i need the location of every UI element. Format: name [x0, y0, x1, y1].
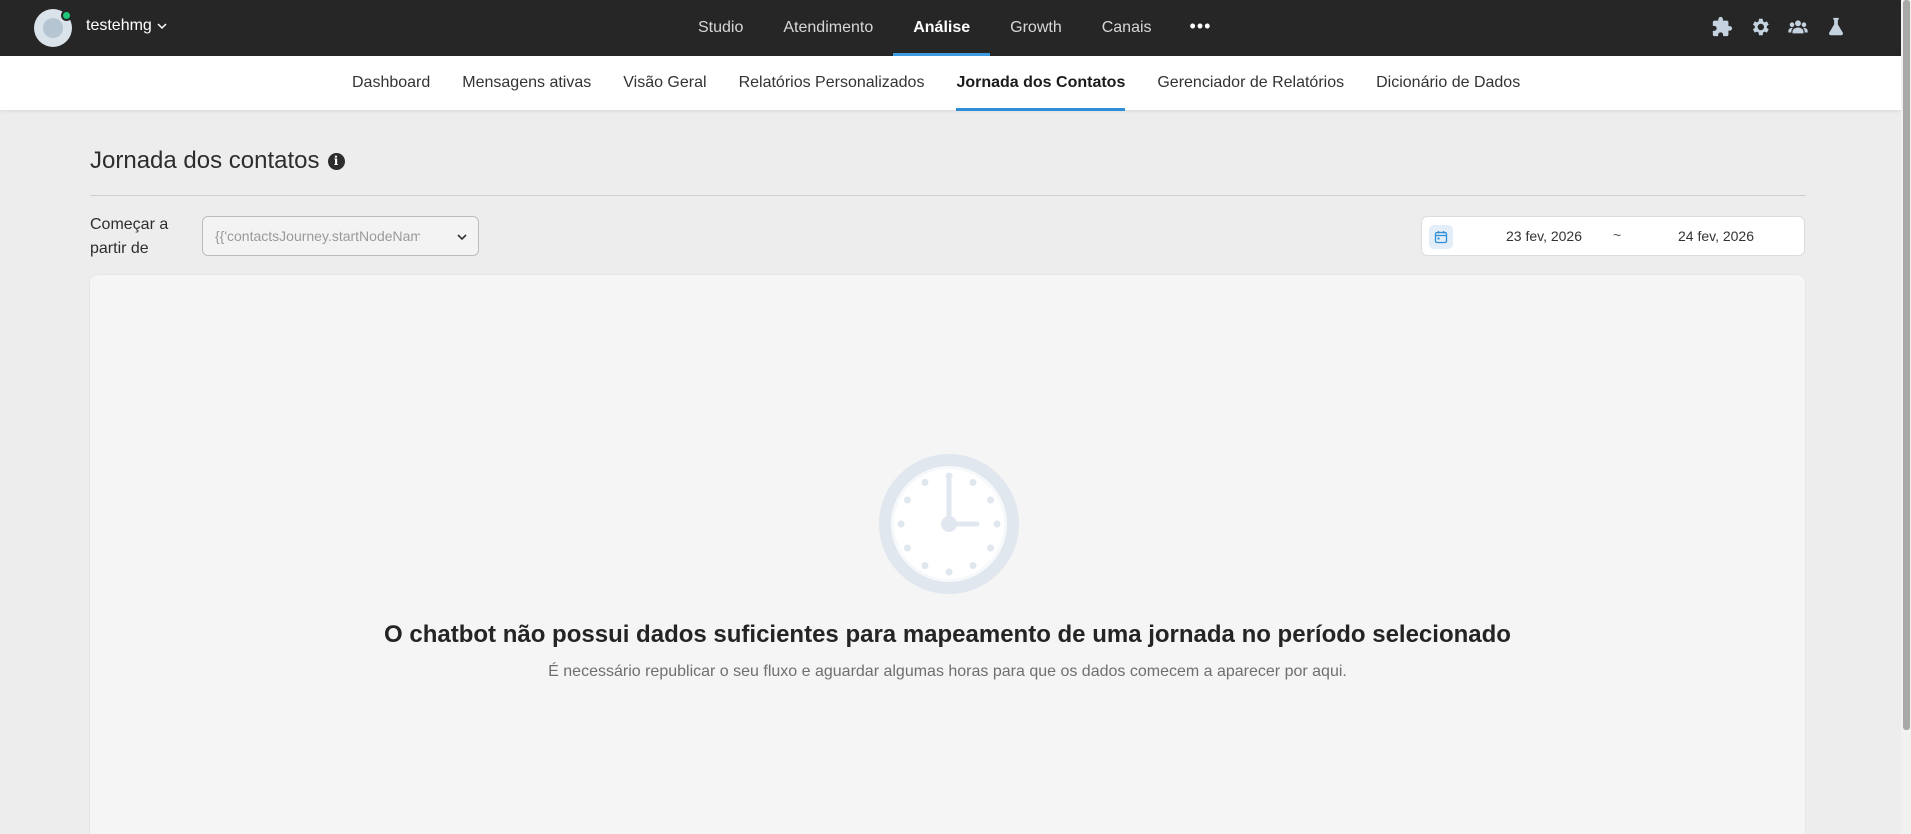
tab-dicionario-de-dados[interactable]: Dicionário de Dados: [1360, 56, 1536, 111]
analysis-tabs: Dashboard Mensagens ativas Visão Geral R…: [336, 56, 1536, 111]
main-nav-canais[interactable]: Canais: [1082, 0, 1172, 56]
date-start[interactable]: 23 fev, 2026: [1494, 228, 1594, 244]
date-separator: ~: [1613, 227, 1622, 243]
tab-mensagens-ativas[interactable]: Mensagens ativas: [446, 56, 607, 111]
header-divider: [90, 195, 1806, 196]
date-range-picker[interactable]: 23 fev, 2026 ~ 24 fev, 2026: [1421, 216, 1805, 256]
info-icon[interactable]: i: [327, 152, 345, 170]
scrollbar-thumb[interactable]: [1903, 0, 1910, 730]
tab-visao-geral[interactable]: Visão Geral: [607, 56, 722, 111]
main-nav-studio[interactable]: Studio: [678, 0, 763, 56]
avatar-image: [43, 18, 63, 38]
date-end[interactable]: 24 fev, 2026: [1666, 228, 1766, 244]
team-icon[interactable]: [1787, 16, 1809, 38]
start-node-select-value: {{'contactsJourney.startNodeName': [215, 228, 420, 244]
start-from-label: Começar a partir de: [90, 216, 169, 257]
journey-panel: O chatbot não possui dados suficientes p…: [89, 274, 1806, 834]
toolbar-icons: [1711, 16, 1847, 38]
online-status-dot: [61, 10, 72, 21]
main-nav-growth[interactable]: Growth: [990, 0, 1082, 56]
flask-icon[interactable]: [1825, 16, 1847, 38]
empty-state-title: O chatbot não possui dados suficientes p…: [384, 621, 1511, 648]
start-node-select[interactable]: {{'contactsJourney.startNodeName': [202, 216, 479, 256]
page-header: Jornada dos contatos i: [90, 147, 345, 175]
page-title: Jornada dos contatos: [90, 147, 320, 174]
tab-gerenciador-de-relatorios[interactable]: Gerenciador de Relatórios: [1141, 56, 1360, 111]
bot-avatar[interactable]: [34, 9, 72, 47]
account-switcher[interactable]: testehmg: [86, 17, 168, 35]
tab-jornada-dos-contatos[interactable]: Jornada dos Contatos: [940, 56, 1141, 111]
clock-icon: [879, 454, 1019, 594]
tab-dashboard[interactable]: Dashboard: [336, 56, 446, 111]
chevron-down-icon: [157, 23, 167, 30]
top-navigation-bar: testehmg Studio Atendimento Análise Grow…: [0, 0, 1901, 56]
main-nav-analise[interactable]: Análise: [893, 0, 991, 56]
sub-navigation-bar: Dashboard Mensagens ativas Visão Geral R…: [0, 56, 1901, 111]
page-scrollbar[interactable]: [1901, 0, 1911, 834]
more-options-icon[interactable]: •••: [1172, 0, 1230, 56]
puzzle-icon[interactable]: [1711, 16, 1733, 38]
tab-relatorios-personalizados[interactable]: Relatórios Personalizados: [723, 56, 941, 111]
account-name: testehmg: [86, 17, 152, 34]
gear-icon[interactable]: [1749, 16, 1771, 38]
main-nav: Studio Atendimento Análise Growth Canais…: [678, 0, 1229, 56]
chevron-down-icon: [457, 234, 467, 241]
calendar-icon: [1429, 225, 1453, 249]
empty-state-description: É necessário republicar o seu fluxo e ag…: [548, 663, 1347, 680]
main-nav-atendimento[interactable]: Atendimento: [763, 0, 893, 56]
